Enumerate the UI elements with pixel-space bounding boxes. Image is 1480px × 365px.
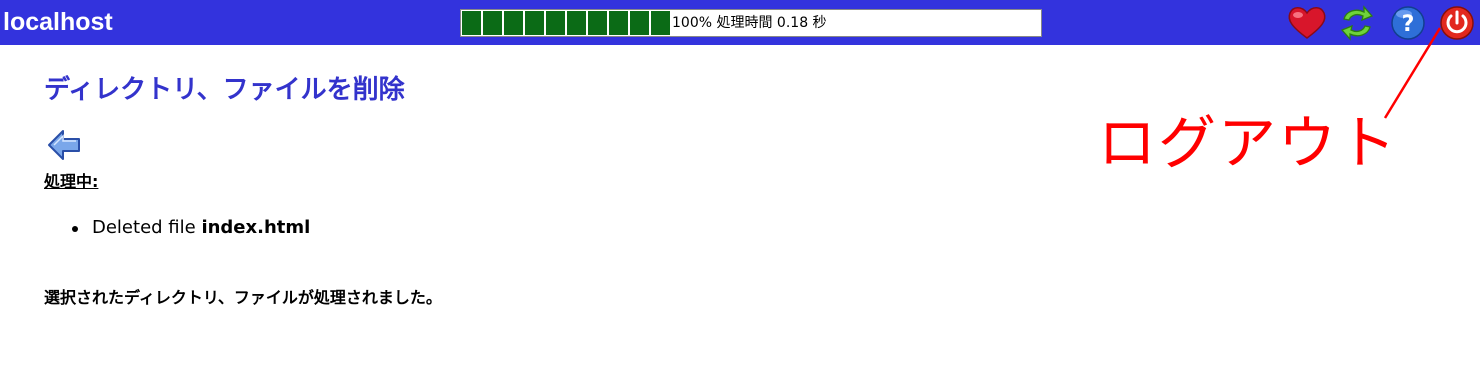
progress-fill	[462, 11, 672, 35]
processing-label: 処理中:	[44, 172, 99, 191]
hostname: localhost	[3, 8, 113, 36]
bullet	[72, 226, 78, 232]
result-filename: index.html	[201, 217, 311, 238]
help-icon[interactable]: ?	[1389, 5, 1427, 41]
annotation-label: ログアウト	[1098, 109, 1399, 177]
power-icon[interactable]	[1438, 5, 1476, 41]
page-title: ディレクトリ、ファイルを削除	[44, 75, 405, 105]
progress-bar: 100% 処理時間 0.18 秒	[460, 9, 1042, 37]
completion-message: 選択されたディレクトリ、ファイルが処理されました。	[44, 288, 442, 307]
annotation-arrow-line	[1383, 27, 1442, 119]
top-bar: localhost 100% 処理時間 0.18 秒 ?	[0, 0, 1480, 45]
back-arrow-icon[interactable]	[46, 128, 82, 162]
svg-text:?: ?	[1402, 12, 1415, 37]
list-item: Deleted file index.html	[44, 216, 310, 240]
refresh-icon[interactable]	[1338, 5, 1376, 41]
result-prefix: Deleted file	[92, 217, 196, 238]
heart-icon[interactable]	[1286, 5, 1326, 41]
progress-text: 100% 処理時間 0.18 秒	[672, 15, 827, 31]
result-list: Deleted file index.html	[44, 216, 310, 240]
